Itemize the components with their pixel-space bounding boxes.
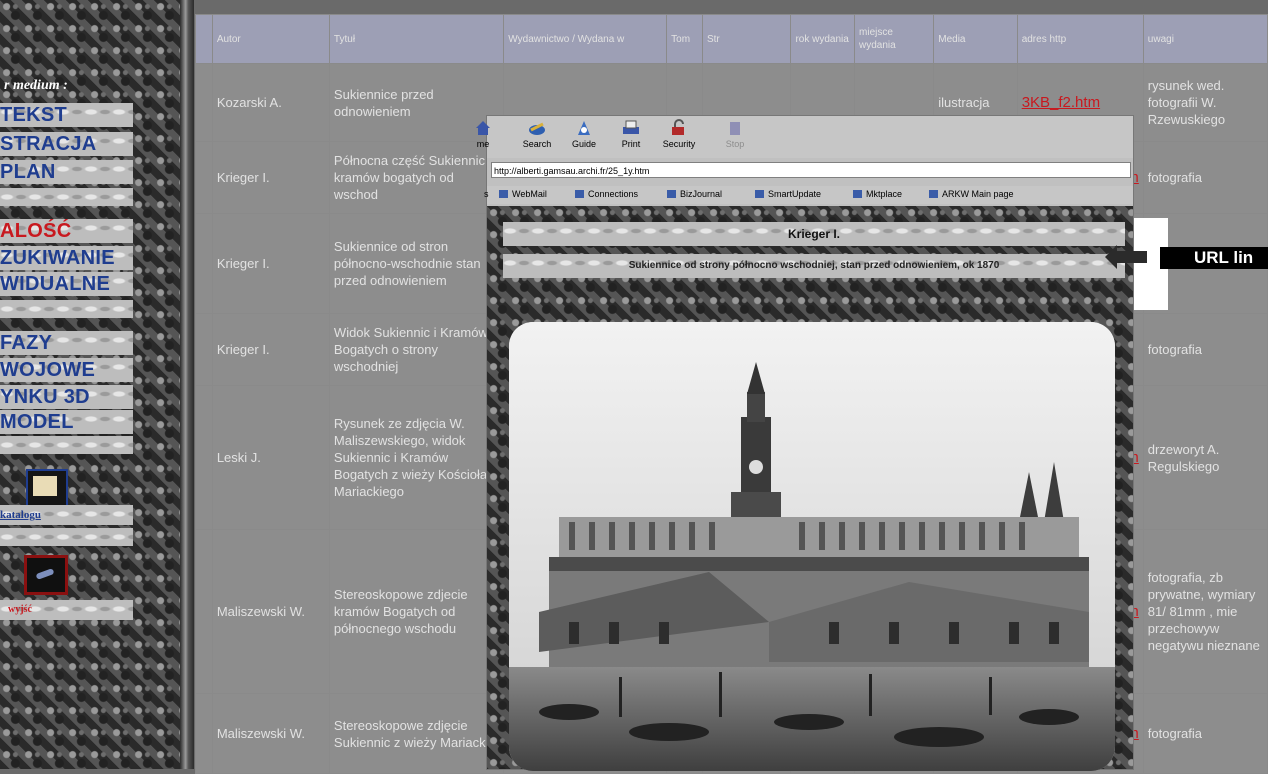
cell-uwagi: drzeworyt A. Regulskiego xyxy=(1142,385,1268,530)
column-header xyxy=(195,14,213,64)
caption-author: Krieger I. xyxy=(503,222,1125,246)
cell-autor: Krieger I. xyxy=(211,141,330,214)
bookmark-arkw-main-page[interactable]: ARKW Main page xyxy=(929,189,1014,199)
nav-button-fazy[interactable]: FAZY xyxy=(0,331,133,355)
security-icon xyxy=(672,119,684,135)
bookmark-smartupdate[interactable]: SmartUpdate xyxy=(755,189,821,199)
cell-autor: Krieger I. xyxy=(211,213,330,314)
column-header-adres: adres http xyxy=(1016,14,1144,64)
medium-section-label: r medium : xyxy=(4,78,68,93)
catalog-icon[interactable] xyxy=(26,469,68,507)
bookmark-fragment: s xyxy=(484,189,489,199)
stop-label: Stop xyxy=(725,139,745,149)
bookmark-icon xyxy=(499,190,508,198)
nav-button-rozwojowe[interactable]: WOJOWE xyxy=(0,358,133,382)
bookmark-icon xyxy=(755,190,764,198)
home-label: me xyxy=(476,139,490,149)
stop-button[interactable]: Stop xyxy=(713,119,757,149)
bookmark-mktplace[interactable]: Mktplace xyxy=(853,189,902,199)
stop-icon xyxy=(730,122,740,135)
security-label: Security xyxy=(662,139,696,149)
cell-tytul: Widok Sukiennic i Kramów Bogatych o stro… xyxy=(328,313,505,386)
nav-button-model[interactable]: MODEL xyxy=(0,410,133,434)
sidebar-spacer xyxy=(0,528,133,546)
caption-title: Sukiennice od strony północno wschodniej… xyxy=(503,254,1125,278)
popup-browser-window: me Search Guide Print Security Stop http… xyxy=(476,116,1133,771)
guide-button[interactable]: Guide xyxy=(562,119,606,149)
column-header-tom: Tom xyxy=(666,14,703,64)
guide-icon xyxy=(578,121,590,135)
bookmark-bizjournal[interactable]: BizJournal xyxy=(667,189,722,199)
nav-button-indywidualne[interactable]: WIDUALNE xyxy=(0,272,133,296)
catalog-link[interactable]: katalogu xyxy=(0,505,133,525)
search-icon xyxy=(529,122,545,135)
url-link-label: URL lin xyxy=(1160,247,1268,269)
address-bar[interactable]: http://alberti.gamsau.archi.fr/25_1y.htm xyxy=(491,162,1131,178)
nav-button-plan[interactable]: PLAN xyxy=(0,160,133,184)
cell-tytul: Północna część Sukiennic i kramów bogaty… xyxy=(328,141,505,214)
cell-autor: Leski J. xyxy=(211,385,330,530)
search-label: Search xyxy=(522,139,552,149)
nav-button-rynku-3d[interactable]: YNKU 3D xyxy=(0,385,133,409)
url-arrow-icon xyxy=(1105,245,1147,269)
bookmark-webmail[interactable]: WebMail xyxy=(499,189,547,199)
exit-link[interactable]: wyjść xyxy=(0,600,133,620)
print-icon xyxy=(623,120,639,134)
column-header-uwagi: uwagi xyxy=(1142,14,1268,64)
cell-autor: Kozarski A. xyxy=(211,63,330,142)
home-button[interactable]: me xyxy=(461,119,505,149)
bookmark-icon xyxy=(929,190,938,198)
print-label: Print xyxy=(621,139,641,149)
cell-tytul: Sukiennice od stron północno-wschodnie s… xyxy=(328,213,505,314)
cell-uwagi: fotografia xyxy=(1142,141,1268,214)
cell-autor: Krieger I. xyxy=(211,313,330,386)
bookmark-icon xyxy=(853,190,862,198)
column-header-autor: Autor xyxy=(211,14,330,64)
cell-autor: Maliszewski W. xyxy=(211,693,330,774)
bookmark-icon xyxy=(667,190,676,198)
column-header-miejsce: miejsce wydania xyxy=(854,14,935,64)
sidebar-spacer xyxy=(0,436,133,454)
cell-uwagi: fotografia xyxy=(1142,693,1268,774)
security-button[interactable]: Security xyxy=(657,119,701,149)
sukiennice-photo-drawing xyxy=(509,322,1115,771)
cell-tytul: Rysunek ze zdjęcia W. Maliszewskiego, wi… xyxy=(328,385,505,530)
bookmark-icon xyxy=(575,190,584,198)
cell-uwagi: fotografia xyxy=(1142,313,1268,386)
http-link[interactable]: 3KB_f2.htm xyxy=(1022,94,1100,111)
column-header-tytul: Tytuł xyxy=(328,14,505,64)
cell-tytul: Stereoskopowe zdjęcie Sukiennic z wieży … xyxy=(328,693,505,774)
historic-photograph xyxy=(509,322,1115,771)
nav-button-poszukiwanie[interactable]: ZUKIWANIE xyxy=(0,246,133,270)
nav-button-tekst[interactable]: TEKST xyxy=(0,103,133,127)
print-button[interactable]: Print xyxy=(609,119,653,149)
bookmark-connections[interactable]: Connections xyxy=(575,189,638,199)
column-header-media: Media xyxy=(933,14,1018,64)
cell-tytul: Stereoskopowe zdjecie kramów Bogatych od… xyxy=(328,529,505,694)
sidebar: r medium : TEKST STRACJA PLAN ALOŚĆ ZUKI… xyxy=(0,0,180,769)
column-header-rok: rok wydania xyxy=(790,14,856,64)
search-button[interactable]: Search xyxy=(515,119,559,149)
column-header-wydawnictwo: Wydawnictwo / Wydana w xyxy=(503,14,668,64)
cell-uwagi: rysunek wed. fotografii W. Rzewuskiego xyxy=(1142,63,1268,142)
column-header-str: Str xyxy=(701,14,792,64)
nav-button-ilustracja[interactable]: STRACJA xyxy=(0,132,133,156)
guide-label: Guide xyxy=(571,139,597,149)
sidebar-spacer xyxy=(0,300,133,318)
sidebar-divider xyxy=(180,0,194,769)
cell-autor: Maliszewski W. xyxy=(211,529,330,694)
cell-uwagi: fotografia, zb prywatne, wymiary 81/ 81m… xyxy=(1142,529,1268,694)
nav-button-calosc[interactable]: ALOŚĆ xyxy=(0,219,133,243)
table-header-row: Autor Tytuł Wydawnictwo / Wydana w Tom S… xyxy=(195,14,1268,64)
sidebar-spacer xyxy=(0,188,133,206)
exit-icon[interactable] xyxy=(24,555,68,595)
browser-toolbar: me Search Guide Print Security Stop xyxy=(476,116,1133,158)
personal-toolbar: s WebMail Connections BizJournal SmartUp… xyxy=(484,186,1133,204)
home-icon xyxy=(476,121,490,135)
